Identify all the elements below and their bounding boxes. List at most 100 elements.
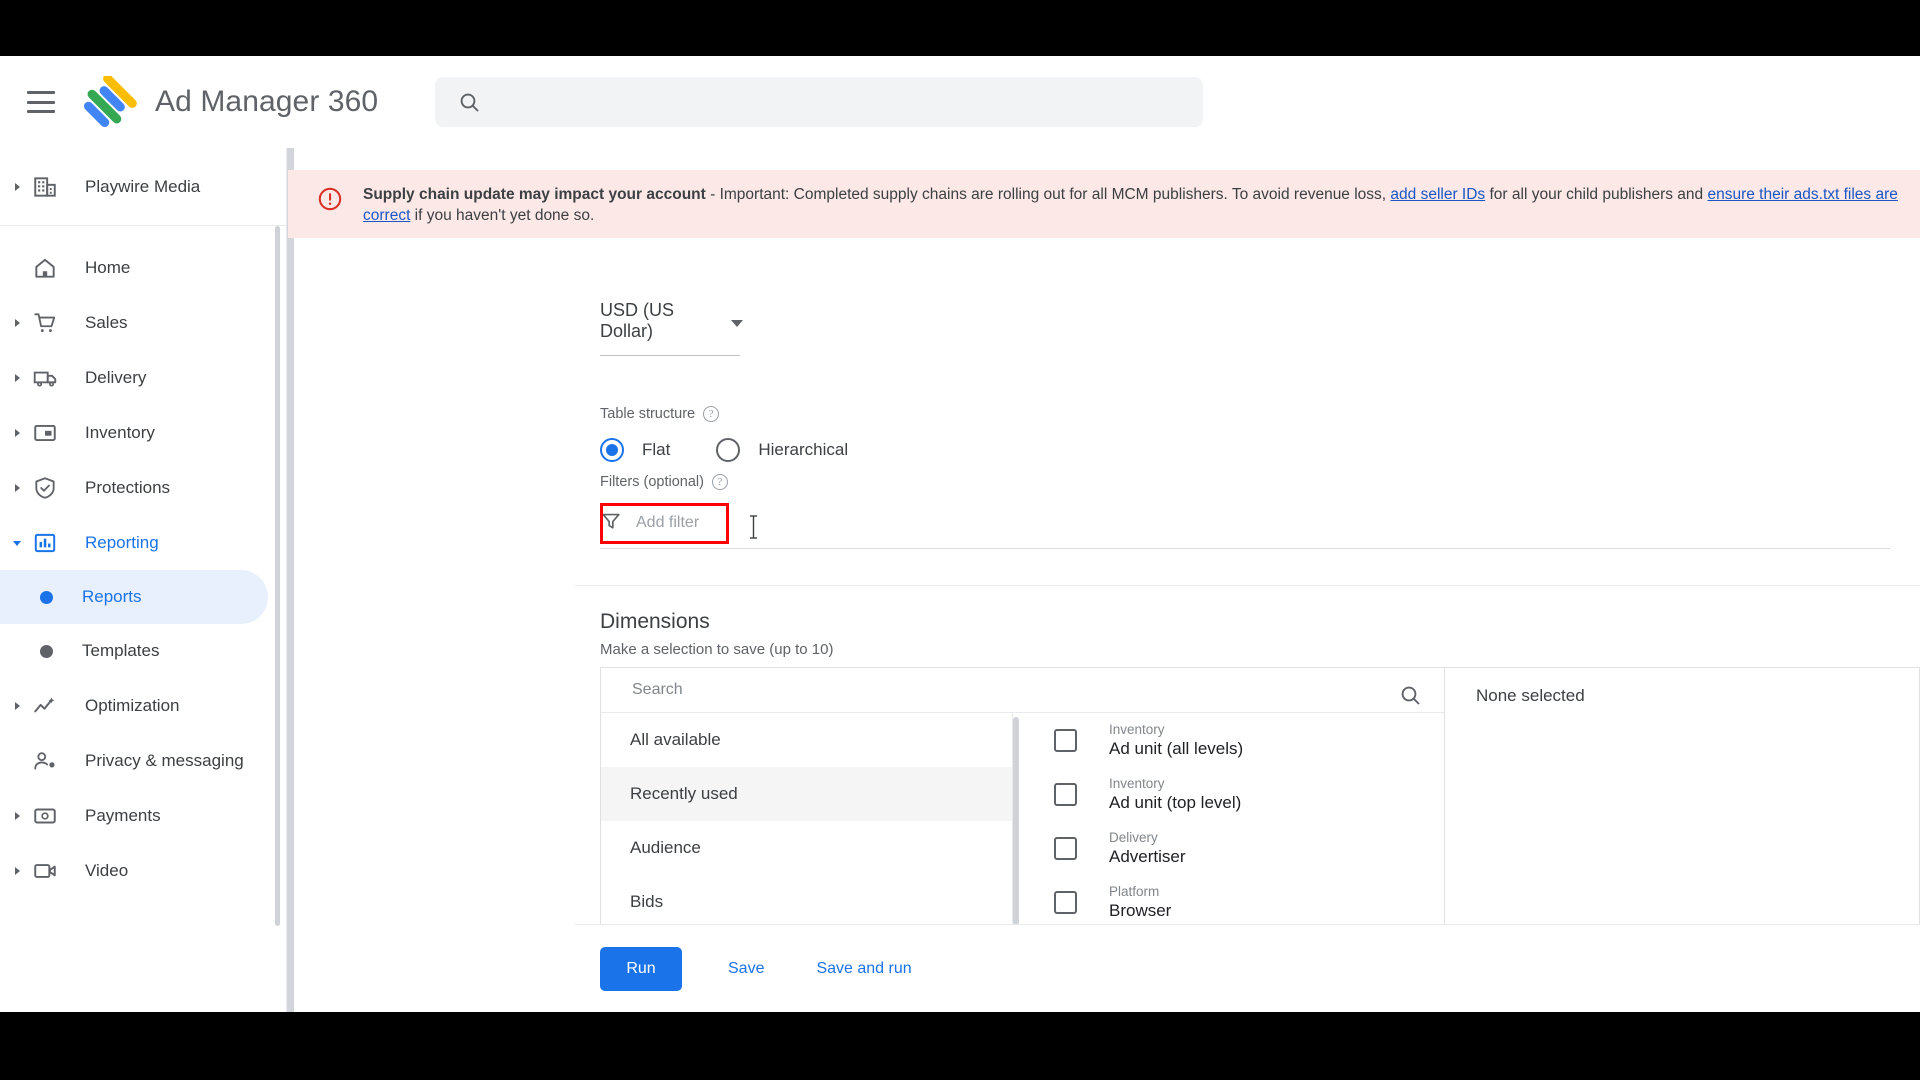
letterbox-bottom xyxy=(0,1012,1920,1080)
dimensions-panel: None selected All available Recently use… xyxy=(600,667,1920,929)
checkbox[interactable] xyxy=(1054,890,1077,914)
banner-body-3: if you haven't yet done so. xyxy=(410,207,595,224)
dimension-category-item[interactable]: Recently used xyxy=(601,767,1012,821)
bullet-icon xyxy=(40,590,53,604)
currency-underline xyxy=(600,355,740,356)
chevron-right-icon[interactable] xyxy=(13,373,23,383)
dimension-option-name: Advertiser xyxy=(1109,846,1186,866)
dimension-category-item[interactable]: Audience xyxy=(601,821,1012,875)
sidebar-item-inventory[interactable]: Inventory xyxy=(0,405,286,460)
currency-value: USD (US Dollar) xyxy=(600,300,675,341)
sidebar-subitem-reports[interactable]: Reports xyxy=(0,570,268,624)
page-title: Ad Manager 360 xyxy=(155,85,379,118)
letterbox-top xyxy=(0,0,1920,56)
action-footer: Run Save Save and run xyxy=(575,924,1920,1012)
dimension-option-name: Browser xyxy=(1109,900,1172,920)
dimension-option-name: Ad unit (top level) xyxy=(1109,792,1242,812)
add-filter-placeholder: Add filter xyxy=(636,514,700,531)
dimensions-vertical-divider xyxy=(1444,668,1445,929)
inventory-icon xyxy=(31,419,59,447)
help-icon[interactable]: ? xyxy=(703,406,720,422)
dimension-option-row[interactable]: Inventory Ad unit (top level) xyxy=(1019,767,1432,821)
sidebar-item-reporting[interactable]: Reporting xyxy=(0,515,286,570)
chevron-down-icon[interactable] xyxy=(731,319,743,327)
truck-icon xyxy=(31,364,59,392)
filters-label-text: Filters (optional) xyxy=(600,474,704,490)
add-seller-ids-link[interactable]: add seller IDs xyxy=(1390,186,1485,203)
sidebar-subitem-templates[interactable]: Templates xyxy=(0,624,268,678)
search-icon[interactable] xyxy=(1398,683,1422,712)
section-divider xyxy=(575,585,1920,586)
chevron-right-icon[interactable] xyxy=(13,701,23,711)
save-and-run-button[interactable]: Save and run xyxy=(810,959,917,979)
app-header: Ad Manager 360 xyxy=(0,56,1920,148)
sidebar-item-optimization[interactable]: Optimization xyxy=(0,678,286,733)
sidebar-item-delivery[interactable]: Delivery xyxy=(0,350,286,405)
sidebar-account-row[interactable]: Playwire Media xyxy=(0,148,286,226)
run-button[interactable]: Run xyxy=(600,946,682,991)
dimension-option-group: Inventory xyxy=(1109,721,1165,737)
content-left-rail xyxy=(287,148,294,1012)
checkbox[interactable] xyxy=(1054,782,1077,806)
dimension-option-name: Ad unit (all levels) xyxy=(1109,738,1244,758)
supply-chain-alert-banner: Supply chain update may impact your acco… xyxy=(288,170,1920,238)
text-cursor xyxy=(749,514,758,540)
table-structure-label-text: Table structure xyxy=(600,406,696,422)
sidebar-item-label: Delivery xyxy=(85,367,147,387)
add-filter-button[interactable]: Add filter xyxy=(600,504,730,542)
chevron-right-icon[interactable] xyxy=(13,483,23,493)
dimensions-search[interactable] xyxy=(601,668,1444,713)
radio-hierarchical[interactable] xyxy=(716,438,741,462)
chevron-right-icon[interactable] xyxy=(13,866,23,876)
table-structure-label: Table structure ? xyxy=(600,406,848,422)
chevron-right-icon[interactable] xyxy=(13,318,23,328)
person-gear-icon xyxy=(31,747,59,775)
dimension-category-item[interactable]: All available xyxy=(601,713,1012,767)
sidebar-scrollbar[interactable] xyxy=(275,226,280,926)
screen-root: Ad Manager 360 Playwire Media Home Sales… xyxy=(0,0,1920,1080)
dimension-option-row[interactable]: Platform Browser xyxy=(1019,875,1432,929)
chevron-right-icon[interactable] xyxy=(13,811,23,821)
global-search[interactable] xyxy=(435,77,1203,127)
sidebar-item-video[interactable]: Video xyxy=(0,843,286,898)
save-button[interactable]: Save xyxy=(722,959,770,979)
search-icon xyxy=(457,90,481,114)
currency-selector[interactable]: USD (US Dollar) xyxy=(600,300,743,356)
sidebar-item-label: Sales xyxy=(85,312,128,332)
sidebar-item-sales[interactable]: Sales xyxy=(0,295,286,350)
banner-body-2: for all your child publishers and xyxy=(1485,186,1708,203)
sidebar-item-protections[interactable]: Protections xyxy=(0,460,286,515)
filters-group: Filters (optional) ? Add filter xyxy=(600,474,730,542)
table-structure-group: Table structure ? Flat Hierarchical xyxy=(600,406,848,462)
sidebar-item-privacy-messaging[interactable]: Privacy & messaging xyxy=(0,733,286,788)
sidebar-item-label: Reporting xyxy=(85,532,159,552)
chevron-right-icon[interactable] xyxy=(13,182,23,192)
help-icon[interactable]: ? xyxy=(711,474,728,490)
dimension-category-item[interactable]: Bids xyxy=(601,875,1012,929)
radio-flat[interactable] xyxy=(600,438,624,462)
sidebar-item-label: Protections xyxy=(85,477,171,497)
optimization-icon xyxy=(31,692,59,720)
dimensions-subtitle: Make a selection to save (up to 10) xyxy=(600,641,834,658)
hamburger-menu-icon[interactable] xyxy=(27,91,55,113)
sidebar-item-label: Inventory xyxy=(85,422,155,442)
main-content: Supply chain update may impact your acco… xyxy=(287,148,1920,1012)
radio-hierarchical-label: Hierarchical xyxy=(758,440,849,459)
dimension-option-group: Inventory xyxy=(1109,775,1165,791)
dimension-option-row[interactable]: Inventory Ad unit (all levels) xyxy=(1019,713,1432,767)
filter-funnel-icon xyxy=(600,510,622,537)
dimension-option-row[interactable]: Delivery Advertiser xyxy=(1019,821,1432,875)
chevron-down-icon[interactable] xyxy=(13,538,23,548)
checkbox[interactable] xyxy=(1054,836,1077,860)
sidebar-item-payments[interactable]: Payments xyxy=(0,788,286,843)
checkbox[interactable] xyxy=(1054,728,1077,752)
dimensions-search-input[interactable] xyxy=(630,680,1370,700)
search-input[interactable] xyxy=(497,92,1137,112)
chevron-right-icon[interactable] xyxy=(13,428,23,438)
bar-chart-icon xyxy=(31,529,59,557)
sidebar-item-label: Optimization xyxy=(85,695,180,715)
sidebar-item-home[interactable]: Home xyxy=(0,240,286,295)
filters-underline xyxy=(600,548,1890,549)
payments-icon xyxy=(31,802,59,830)
